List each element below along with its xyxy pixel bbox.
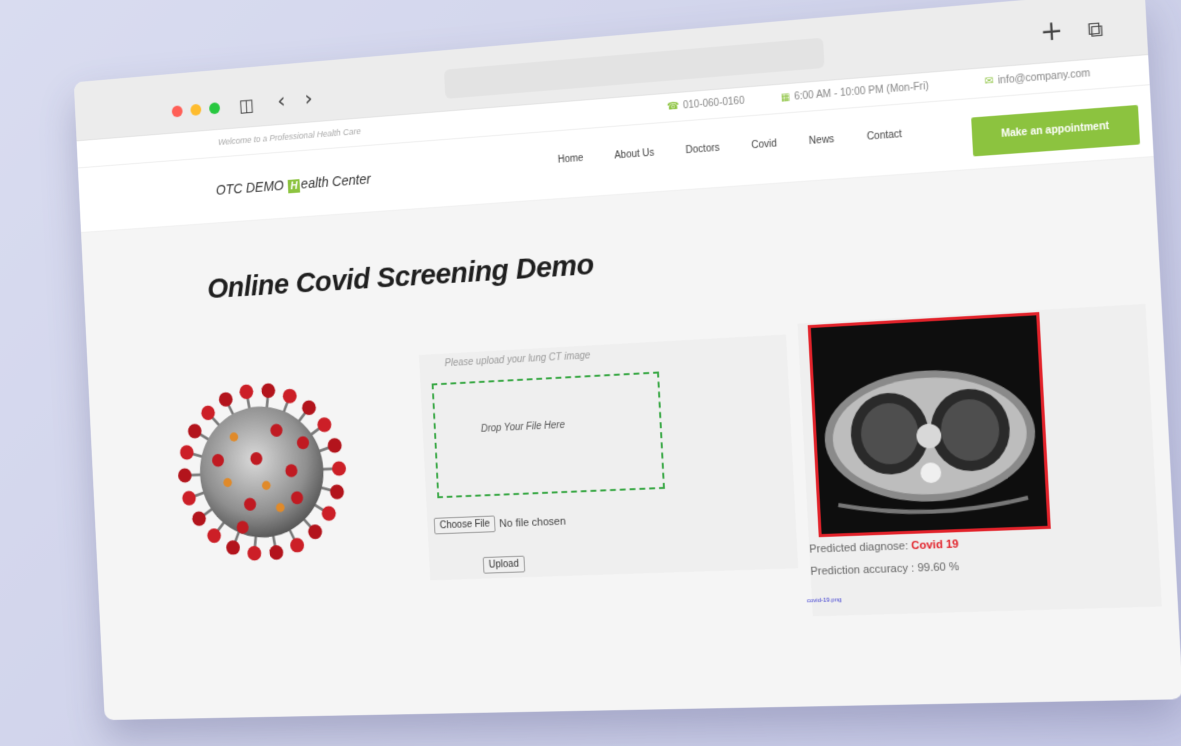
plus-icon[interactable]: +	[1039, 15, 1064, 48]
close-window-button[interactable]	[171, 105, 183, 118]
email-text: info@company.com	[997, 68, 1091, 87]
main-content: Online Covid Screening Demo Please uploa…	[81, 157, 1181, 720]
dropzone-text: Drop Your File Here	[480, 419, 566, 435]
site-logo[interactable]: OTC DEMO Health Center	[216, 171, 372, 199]
nav-about-us[interactable]: About Us	[614, 148, 655, 162]
copy-window-icon[interactable]: ⧉	[1087, 16, 1104, 42]
logo-mark-icon: H	[287, 179, 301, 194]
maximize-window-button[interactable]	[208, 102, 221, 115]
make-appointment-button[interactable]: Make an appointment	[971, 104, 1141, 157]
phone-info: ☎ 010-060-0160	[667, 96, 745, 113]
hours-text: 6:00 AM - 10:00 PM (Mon-Fri)	[793, 80, 929, 103]
phone-text: 010-060-0160	[682, 95, 745, 112]
welcome-text: Welcome to a Professional Health Care	[217, 126, 361, 148]
lung-ct-image	[807, 312, 1051, 538]
upload-button[interactable]: Upload	[482, 555, 525, 574]
calendar-icon: ▦	[780, 91, 791, 104]
choose-file-button[interactable]: Choose File	[433, 515, 496, 535]
nav-doctors[interactable]: Doctors	[685, 143, 720, 157]
nav-contact[interactable]: Contact	[866, 129, 902, 143]
nav-covid[interactable]: Covid	[751, 138, 777, 151]
forward-icon[interactable]: ›	[304, 87, 313, 112]
image-filename-link[interactable]: covid-19.png	[807, 597, 842, 604]
window-controls	[171, 102, 221, 118]
logo-suffix: ealth Center	[300, 170, 372, 192]
file-dropzone[interactable]: Drop Your File Here	[431, 371, 665, 499]
nav-home[interactable]: Home	[558, 153, 584, 166]
main-nav: Home About Us Doctors Covid News Contact	[558, 129, 903, 166]
email-info: ✉ info@company.com	[985, 68, 1091, 88]
page-title: Online Covid Screening Demo	[206, 248, 595, 305]
sidebar-toggle-icon[interactable]: ◫	[238, 95, 254, 116]
hours-info: ▦ 6:00 AM - 10:00 PM (Mon-Fri)	[780, 81, 929, 104]
phone-icon: ☎	[666, 100, 680, 113]
logo-prefix: OTC DEMO	[215, 177, 285, 198]
diagnosis-value: Covid 19	[910, 538, 959, 553]
browser-window: ◫ ‹ › + ⧉ Welcome to a Professional Heal…	[73, 0, 1181, 721]
file-status-text: No file chosen	[499, 515, 567, 530]
nav-news[interactable]: News	[809, 134, 835, 147]
accuracy-value: 99.60 %	[917, 560, 960, 575]
minimize-window-button[interactable]	[190, 103, 202, 116]
coronavirus-image	[177, 382, 347, 561]
mail-icon: ✉	[984, 75, 994, 88]
back-icon[interactable]: ‹	[277, 89, 286, 114]
